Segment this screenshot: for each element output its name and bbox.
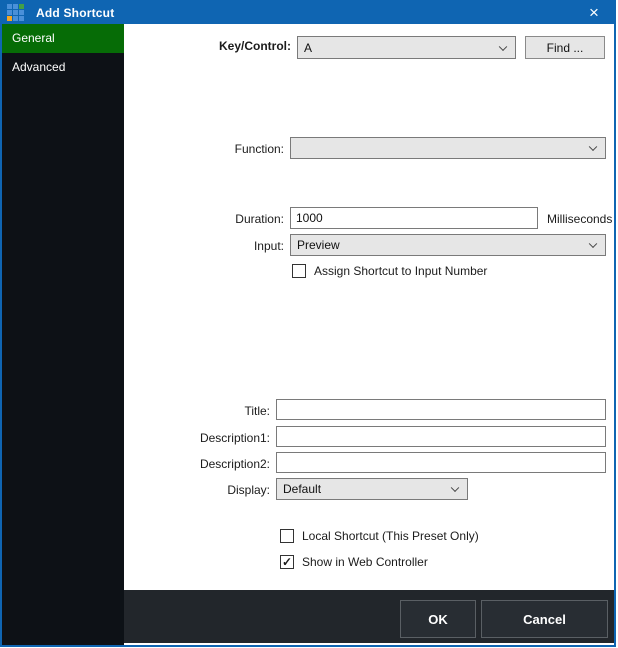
checkbox-icon: [292, 264, 306, 278]
function-combobox[interactable]: [290, 137, 606, 159]
display-value: Default: [283, 479, 443, 499]
sidebar: General Advanced: [2, 24, 124, 645]
local-shortcut-checkbox[interactable]: Local Shortcut (This Preset Only): [280, 529, 479, 543]
key-control-combobox[interactable]: A: [297, 36, 516, 59]
content-panel: Key/Control: A Find ... Function: Durati…: [124, 24, 614, 590]
chevron-down-icon: [451, 484, 459, 492]
app-logo-icon: [7, 4, 24, 21]
checkbox-icon: [280, 529, 294, 543]
chevron-down-icon: [589, 240, 597, 248]
ok-button[interactable]: OK: [400, 600, 476, 638]
close-button[interactable]: ×: [574, 0, 614, 25]
duration-label: Duration:: [124, 212, 284, 227]
function-value: [297, 138, 581, 158]
function-label: Function:: [124, 142, 284, 157]
input-value: Preview: [297, 235, 581, 255]
display-combobox[interactable]: Default: [276, 478, 468, 500]
find-button[interactable]: Find ...: [525, 36, 605, 59]
description1-label: Description1:: [124, 431, 270, 446]
duration-input[interactable]: [290, 207, 538, 229]
close-icon: ×: [589, 4, 599, 21]
chevron-down-icon: [499, 42, 507, 50]
local-shortcut-label: Local Shortcut (This Preset Only): [302, 529, 479, 543]
input-label: Input:: [124, 239, 284, 254]
description2-input[interactable]: [276, 452, 606, 473]
display-label: Display:: [124, 483, 270, 498]
description1-input[interactable]: [276, 426, 606, 447]
input-combobox[interactable]: Preview: [290, 234, 606, 256]
description2-label: Description2:: [124, 457, 270, 472]
window-title: Add Shortcut: [36, 6, 114, 20]
key-control-label: Key/Control:: [124, 39, 291, 54]
assign-shortcut-label: Assign Shortcut to Input Number: [314, 264, 487, 278]
title-label: Title:: [124, 404, 270, 419]
chevron-down-icon: [589, 143, 597, 151]
title-input[interactable]: [276, 399, 606, 420]
key-control-value: A: [304, 37, 491, 58]
sidebar-item-general[interactable]: General: [2, 24, 124, 53]
add-shortcut-dialog: Add Shortcut × General Advanced Key/Cont…: [0, 0, 616, 647]
duration-unit-label: Milliseconds: [547, 212, 612, 227]
assign-shortcut-checkbox[interactable]: Assign Shortcut to Input Number: [292, 264, 487, 278]
checkbox-checked-icon: ✓: [280, 555, 294, 569]
web-controller-checkbox[interactable]: ✓ Show in Web Controller: [280, 555, 428, 569]
cancel-button[interactable]: Cancel: [481, 600, 608, 638]
titlebar: Add Shortcut ×: [0, 0, 616, 25]
footer-bar: OK Cancel: [124, 590, 614, 643]
sidebar-item-advanced[interactable]: Advanced: [2, 53, 124, 82]
web-controller-label: Show in Web Controller: [302, 555, 428, 569]
